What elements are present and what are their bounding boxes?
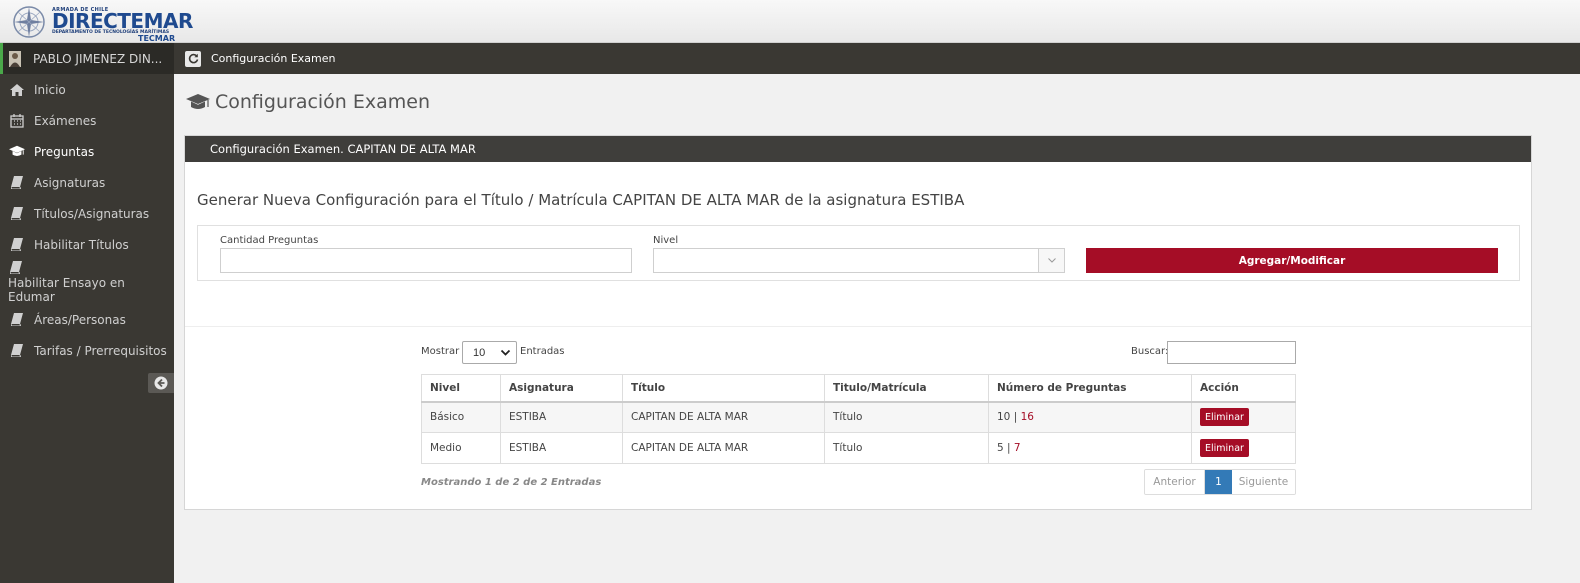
chevron-down-icon (1038, 249, 1064, 272)
pagination: Anterior 1 Siguiente (1144, 469, 1296, 495)
calendar-icon (9, 113, 25, 128)
graduation-cap-icon (9, 145, 25, 159)
sidebar-item-titulos-asignaturas[interactable]: Títulos/Asignaturas (0, 198, 174, 229)
sidebar-item-label: Títulos/Asignaturas (34, 206, 150, 221)
cantidad-preguntas-label: Cantidad Preguntas (220, 235, 319, 246)
num-b: 16 (1020, 411, 1034, 424)
pagination-next[interactable]: Siguiente (1232, 470, 1295, 494)
separator: | (1007, 442, 1011, 454)
user-name: PABLO JIMENEZ DIN... (33, 51, 163, 66)
page-length-select[interactable]: 10 (462, 341, 517, 364)
book-icon (9, 238, 25, 252)
user-avatar-icon (9, 50, 21, 67)
table-info: Mostrando 1 de 2 de 2 Entradas (421, 477, 602, 488)
sidebar-item-label: Asignaturas (34, 175, 106, 190)
refresh-icon[interactable] (185, 50, 201, 67)
section-divider (185, 326, 1531, 327)
book-icon (9, 313, 25, 327)
cell-nivel: Medio (421, 432, 501, 464)
graduation-cap-icon (186, 94, 210, 109)
sidebar-item-areas-personas[interactable]: Áreas/Personas (0, 304, 174, 335)
nivel-label: Nivel (653, 235, 679, 246)
separator: | (1013, 411, 1018, 424)
num-a: 10 (997, 411, 1011, 424)
top-header: ARMADA DE CHILE DIRECTEMAR DEPARTAMENTO … (0, 0, 1580, 43)
entradas-label: Entradas (520, 346, 565, 357)
sidebar-item-inicio[interactable]: Inicio (0, 74, 174, 105)
chevron-down-icon (500, 349, 511, 356)
sidebar: PABLO JIMENEZ DIN... Inicio Exámenes Pre… (0, 43, 174, 583)
brand-name: DIRECTEMAR (52, 9, 193, 33)
config-panel: Configuración Examen. CAPITAN DE ALTA MA… (184, 135, 1532, 510)
page-title-text: Configuración Examen (215, 91, 431, 113)
sidebar-item-asignaturas[interactable]: Asignaturas (0, 167, 174, 198)
sidebar-item-preguntas[interactable]: Preguntas (0, 136, 174, 167)
sidebar-item-habilitar-titulos[interactable]: Habilitar Títulos (0, 229, 174, 260)
cantidad-preguntas-input[interactable] (220, 248, 632, 273)
table-header-row: Nivel Asignatura Título Titulo/Matrícula… (421, 374, 1296, 403)
cell-titulo: CAPITAN DE ALTA MAR (622, 401, 825, 433)
pagination-page-1[interactable]: 1 (1205, 470, 1232, 494)
table-row: Básico ESTIBA CAPITAN DE ALTA MAR Título… (421, 401, 1296, 433)
sidebar-item-label: Tarifas / Prerrequisitos (34, 343, 167, 358)
generate-config-title: Generar Nueva Configuración para el Títu… (197, 191, 965, 209)
mostrar-label: Mostrar (421, 346, 460, 357)
sidebar-item-label: Inicio (34, 82, 66, 97)
config-table: Nivel Asignatura Título Titulo/Matrícula… (421, 374, 1296, 464)
cell-titulo-matricula: Título (824, 432, 989, 464)
sidebar-item-label: Habilitar Ensayo en Edumar (8, 275, 125, 304)
cell-nivel: Básico (421, 401, 501, 433)
panel-heading: Configuración Examen. CAPITAN DE ALTA MA… (185, 136, 1531, 162)
sidebar-item-label: Exámenes (34, 113, 97, 128)
cell-accion: Eliminar (1191, 432, 1296, 464)
column-header-titulo[interactable]: Título (622, 374, 825, 403)
crest-icon (13, 6, 45, 38)
num-b: 7 (1013, 442, 1021, 454)
table-row: Medio ESTIBA CAPITAN DE ALTA MAR Título … (421, 432, 1296, 464)
nivel-select[interactable] (653, 248, 1065, 273)
book-icon (8, 261, 24, 275)
column-header-numero-preguntas[interactable]: Número de Preguntas (988, 374, 1192, 403)
cell-asignatura: ESTIBA (500, 432, 623, 464)
column-header-asignatura[interactable]: Asignatura (500, 374, 623, 403)
home-icon (9, 83, 25, 97)
column-header-nivel[interactable]: Nivel (421, 374, 501, 403)
book-icon (9, 207, 25, 221)
cell-accion: Eliminar (1191, 401, 1296, 433)
pagination-prev[interactable]: Anterior (1145, 470, 1205, 494)
cell-titulo: CAPITAN DE ALTA MAR (622, 432, 825, 464)
sidebar-item-label: Habilitar Títulos (34, 237, 129, 252)
directemar-logo[interactable]: ARMADA DE CHILE DIRECTEMAR DEPARTAMENTO … (8, 3, 193, 43)
sidebar-collapse-button[interactable] (148, 373, 174, 393)
cell-numero-preguntas: 10 | 16 (988, 401, 1192, 433)
user-profile[interactable]: PABLO JIMENEZ DIN... (0, 43, 174, 74)
breadcrumb-label: Configuración Examen (211, 52, 336, 65)
config-form: Cantidad Preguntas Nivel Agregar/Modific… (197, 225, 1520, 281)
num-a: 5 (997, 442, 1004, 454)
page-length-value: 10 (473, 346, 486, 359)
cell-titulo-matricula: Título (824, 401, 989, 433)
sidebar-item-tarifas[interactable]: Tarifas / Prerrequisitos (0, 335, 174, 366)
page-title: Configuración Examen (186, 91, 430, 113)
eliminar-button[interactable]: Eliminar (1200, 408, 1249, 427)
eliminar-button[interactable]: Eliminar (1200, 439, 1249, 457)
column-header-accion[interactable]: Acción (1191, 374, 1296, 403)
breadcrumb: Configuración Examen (174, 43, 1580, 74)
sidebar-item-examenes[interactable]: Exámenes (0, 105, 174, 136)
search-input[interactable] (1167, 341, 1296, 364)
arrow-left-circle-icon (154, 376, 168, 390)
cell-asignatura: ESTIBA (500, 401, 623, 433)
book-icon (9, 344, 25, 358)
brand-sub: TECMAR (138, 34, 176, 43)
cell-numero-preguntas: 5 | 7 (988, 432, 1192, 464)
agregar-modificar-button[interactable]: Agregar/Modificar (1086, 248, 1498, 273)
column-header-titulo-matricula[interactable]: Titulo/Matrícula (824, 374, 989, 403)
buscar-label: Buscar: (1131, 346, 1169, 357)
sidebar-item-habilitar-ensayo[interactable]: Habilitar Ensayo en Edumar (0, 260, 174, 304)
book-icon (9, 176, 25, 190)
sidebar-item-label: Preguntas (34, 144, 95, 159)
sidebar-item-label: Áreas/Personas (34, 312, 126, 327)
